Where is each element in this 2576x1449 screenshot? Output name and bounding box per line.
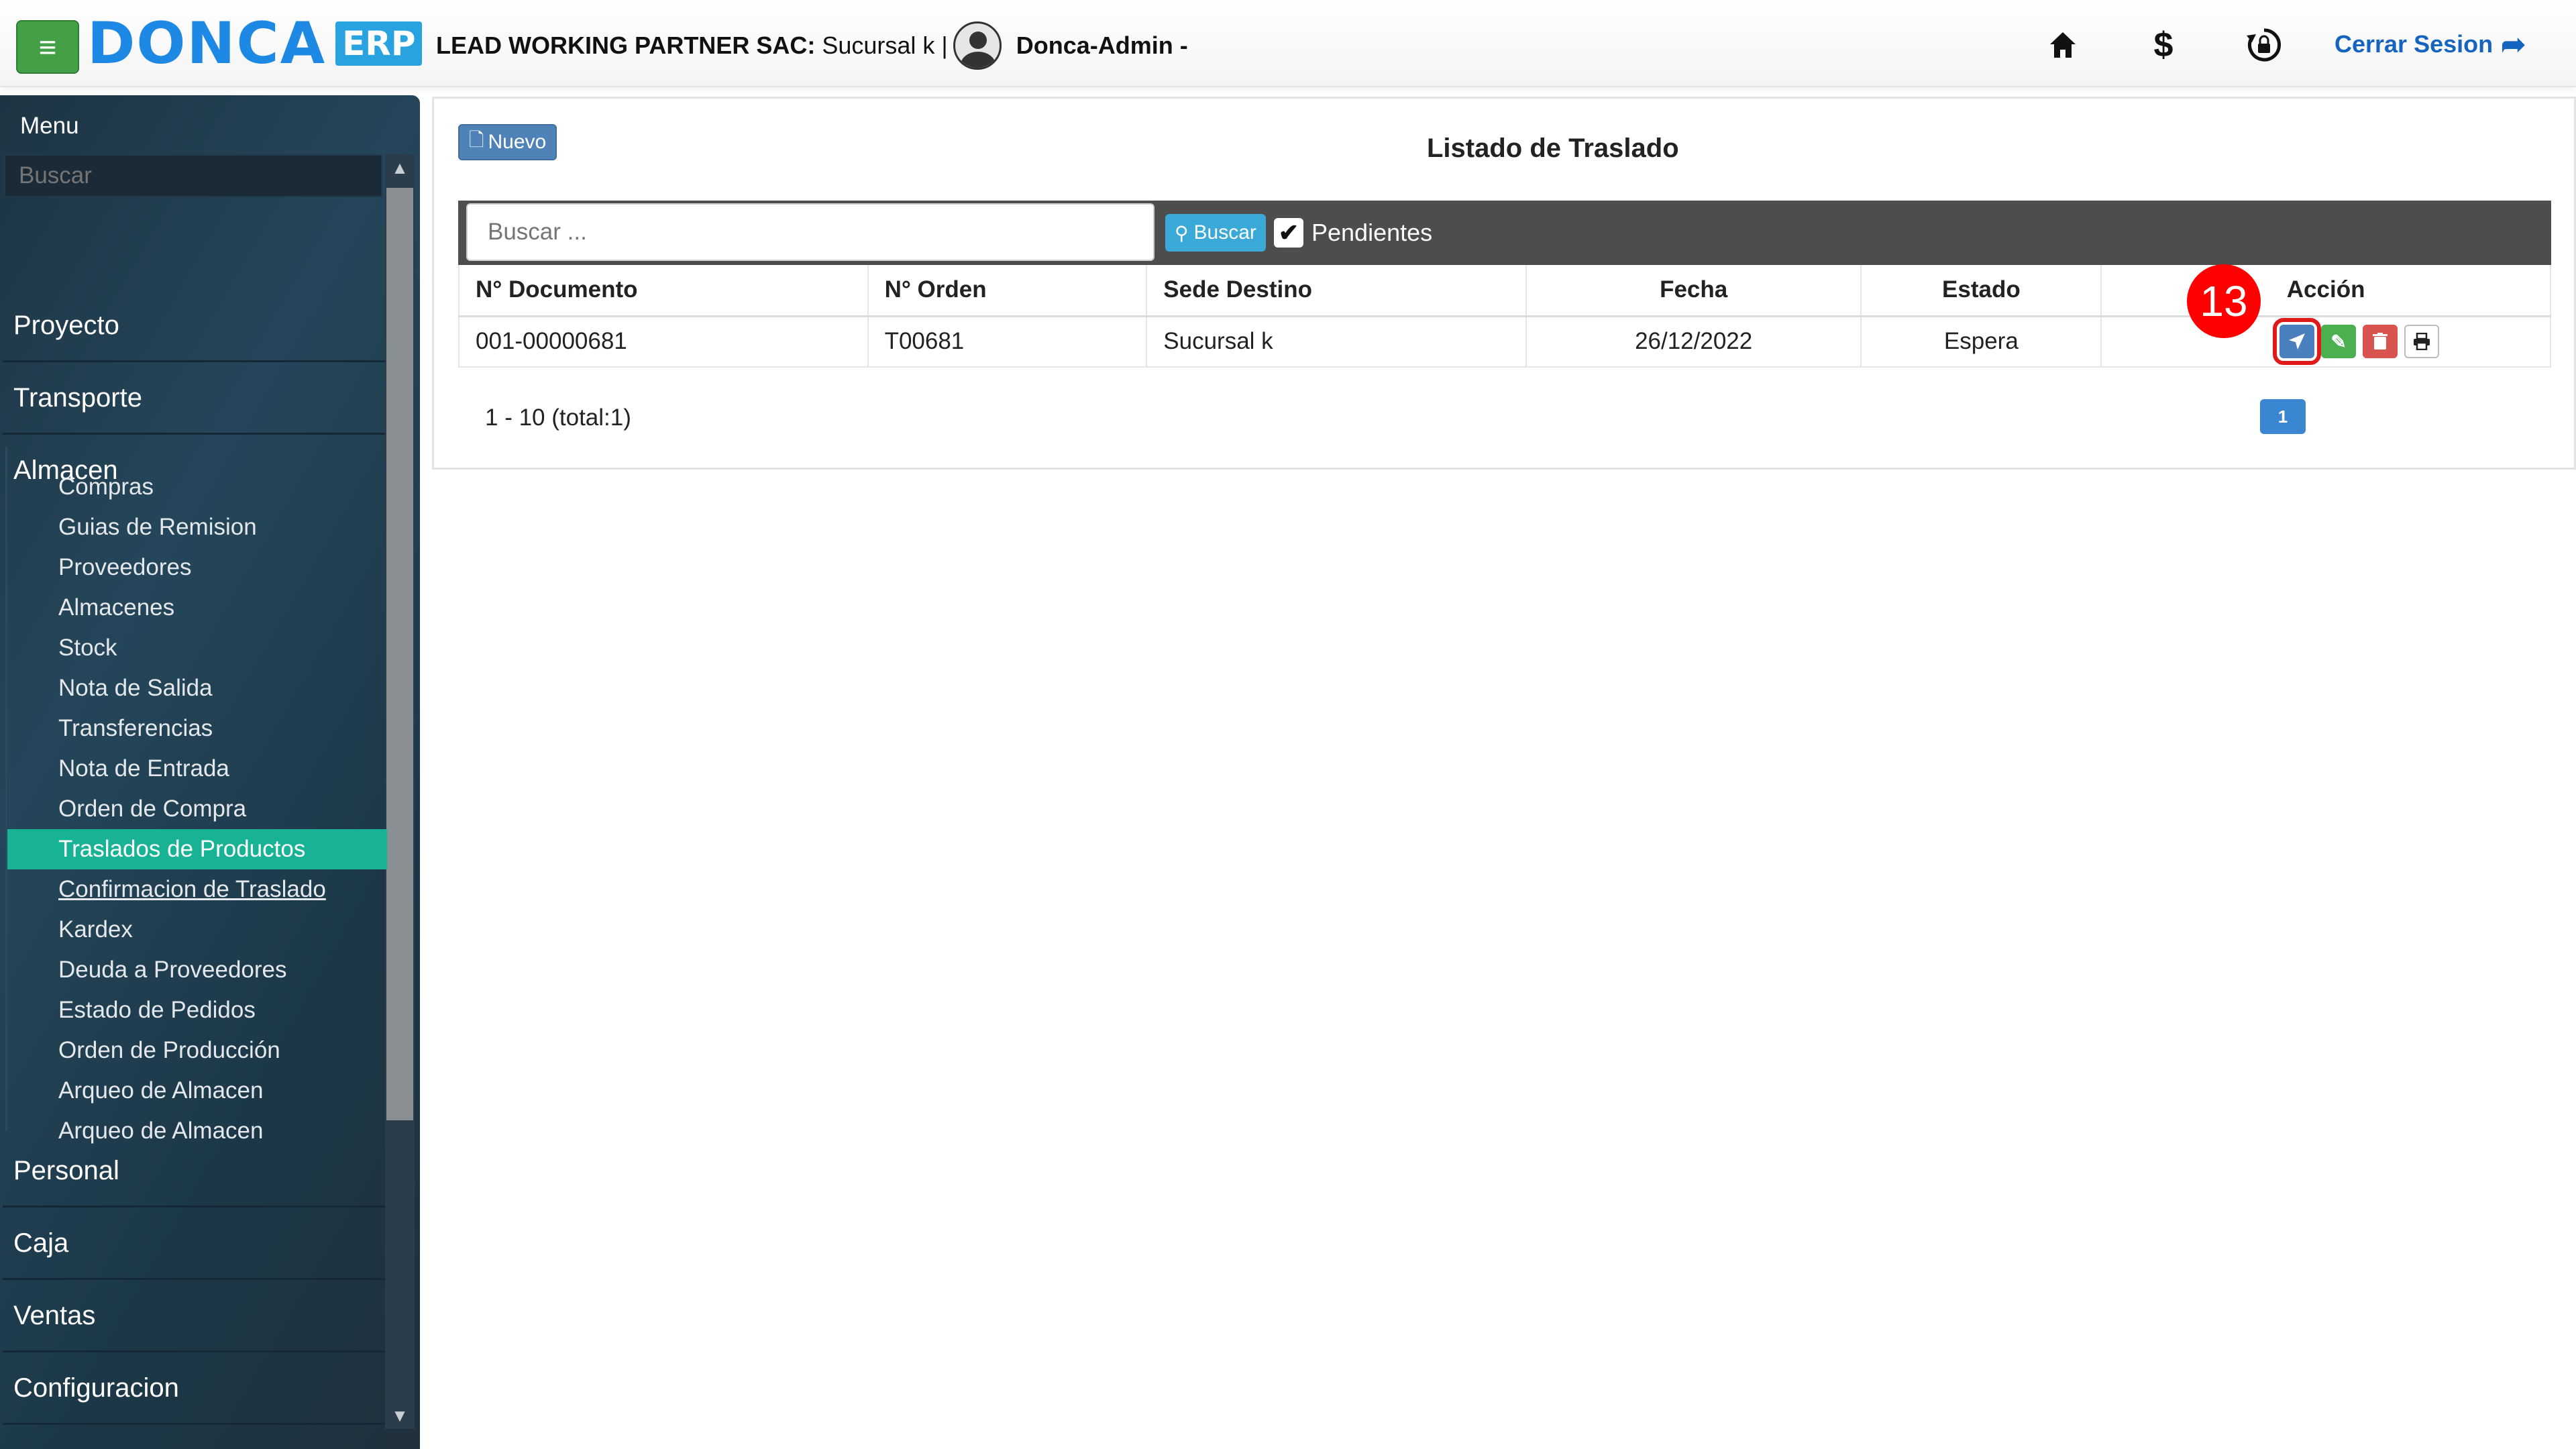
sidebar-section-configuracion[interactable]: Configuracion — [3, 1354, 385, 1425]
cell-actions: ✎ — [2101, 316, 2551, 368]
app-logo[interactable]: DONCA ERP — [86, 8, 423, 79]
scroll-down-icon[interactable]: ▼ — [385, 1402, 415, 1429]
hamburger-icon: ≡ — [38, 30, 57, 64]
sidebar-item-confirmacion-traslado[interactable]: Confirmacion de Traslado — [7, 869, 387, 910]
document-icon: 🗋 — [469, 129, 484, 150]
sidebar-item-guias-remision[interactable]: Guias de Remision — [7, 507, 387, 547]
edit-button[interactable]: ✎ — [2321, 325, 2357, 359]
lock-rotate-icon[interactable] — [2241, 21, 2288, 68]
sidebar-item-orden-compra[interactable]: Orden de Compra — [7, 789, 387, 829]
cell-orden: T00681 — [867, 316, 1148, 368]
col-documento[interactable]: N° Documento — [458, 265, 869, 317]
company-name: LEAD WORKING PARTNER SAC: — [436, 32, 816, 59]
sidebar-item-kardex[interactable]: Kardex — [7, 910, 387, 950]
top-bar: ≡ DONCA ERP LEAD WORKING PARTNER SAC: Su… — [0, 0, 2576, 87]
sidebar-scrollbar[interactable]: ▲ ▼ — [385, 154, 415, 1429]
logout-icon: ➦ — [2501, 28, 2526, 61]
send-icon — [2289, 333, 2306, 350]
step-badge: 13 — [2187, 264, 2261, 338]
sidebar-item-arqueo-almacen[interactable]: Arqueo de Almacen — [7, 1071, 387, 1111]
sidebar-section-ventas[interactable]: Ventas — [3, 1281, 385, 1352]
trash-icon — [2373, 333, 2388, 350]
home-icon[interactable] — [2039, 21, 2086, 68]
dollar-icon[interactable]: $ — [2140, 21, 2187, 68]
logout-button[interactable]: Cerrar Sesion ➦ — [2334, 24, 2526, 64]
sidebar-section-caja[interactable]: Caja — [3, 1209, 385, 1280]
almacen-submenu: Compras Guias de Remision Proveedores Al… — [5, 447, 387, 1144]
new-button[interactable]: 🗋 Nuevo — [458, 124, 557, 160]
sidebar-item-compras[interactable]: Compras — [7, 467, 387, 507]
branch-name: Sucursal k | — [815, 32, 948, 59]
print-icon — [2414, 333, 2430, 351]
sidebar-section-personal[interactable]: Personal — [3, 1136, 385, 1208]
cell-sede: Sucursal k — [1146, 316, 1527, 368]
send-button[interactable] — [2273, 318, 2322, 366]
company-info: LEAD WORKING PARTNER SAC: Sucursal k | D… — [436, 21, 1188, 70]
col-sede[interactable]: Sede Destino — [1146, 265, 1527, 317]
cell-estado: Espera — [1861, 316, 2102, 368]
delete-button[interactable] — [2363, 325, 2398, 359]
page-1-button[interactable]: 1 — [2260, 399, 2306, 434]
pending-checkbox[interactable]: ✔ — [1274, 218, 1303, 248]
search-icon: ⚲ — [1175, 222, 1189, 244]
pending-filter[interactable]: ✔ Pendientes — [1274, 215, 1432, 250]
hamburger-menu-button[interactable]: ≡ — [16, 20, 79, 74]
logo-erp-badge: ERP — [335, 21, 423, 66]
col-estado[interactable]: Estado — [1861, 265, 2102, 317]
sidebar-search-input[interactable] — [4, 154, 382, 197]
search-button-label: Buscar — [1193, 221, 1256, 244]
col-fecha[interactable]: Fecha — [1525, 265, 1862, 317]
logout-label: Cerrar Sesion — [2334, 30, 2493, 58]
logo-text: DONCA — [87, 10, 327, 77]
scrollbar-thumb[interactable] — [386, 188, 413, 1120]
sidebar-item-estado-pedidos[interactable]: Estado de Pedidos — [7, 990, 387, 1030]
search-input[interactable] — [466, 203, 1155, 261]
sidebar-section-proyecto[interactable]: Proyecto — [3, 291, 385, 362]
user-avatar-icon — [953, 21, 1002, 70]
cell-documento: 001-00000681 — [458, 316, 869, 368]
sidebar-item-transferencias[interactable]: Transferencias — [7, 708, 387, 749]
sidebar-item-stock[interactable]: Stock — [7, 628, 387, 668]
filter-toolbar: ⚲ Buscar ✔ Pendientes — [458, 201, 2551, 265]
col-accion: Acción — [2101, 265, 2551, 317]
sidebar-item-proveedores[interactable]: Proveedores — [7, 547, 387, 588]
search-button[interactable]: ⚲ Buscar — [1165, 214, 1266, 252]
sidebar-title: Menu — [20, 113, 79, 139]
sidebar: Menu ▲ ▼ Proyecto Transporte Almacen Com… — [0, 95, 420, 1449]
sidebar-section-transporte[interactable]: Transporte — [3, 364, 385, 435]
sidebar-item-traslados-productos[interactable]: Traslados de Productos — [7, 829, 387, 869]
edit-icon: ✎ — [2330, 331, 2347, 352]
page-title: Listado de Traslado — [1427, 133, 1679, 163]
col-orden[interactable]: N° Orden — [867, 265, 1148, 317]
pagination-info: 1 - 10 (total:1) — [485, 405, 631, 431]
scroll-up-icon[interactable]: ▲ — [385, 154, 415, 181]
sidebar-item-deuda-proveedores[interactable]: Deuda a Proveedores — [7, 950, 387, 990]
sidebar-item-nota-entrada[interactable]: Nota de Entrada — [7, 749, 387, 789]
user-name: Donca-Admin - — [1016, 32, 1188, 59]
cell-fecha: 26/12/2022 — [1525, 316, 1862, 368]
print-button[interactable] — [2404, 325, 2440, 359]
pending-label: Pendientes — [1311, 219, 1433, 246]
new-button-label: Nuevo — [488, 131, 547, 153]
sidebar-item-almacenes[interactable]: Almacenes — [7, 588, 387, 628]
sidebar-item-nota-salida[interactable]: Nota de Salida — [7, 668, 387, 708]
sidebar-item-orden-produccion[interactable]: Orden de Producción — [7, 1030, 387, 1071]
